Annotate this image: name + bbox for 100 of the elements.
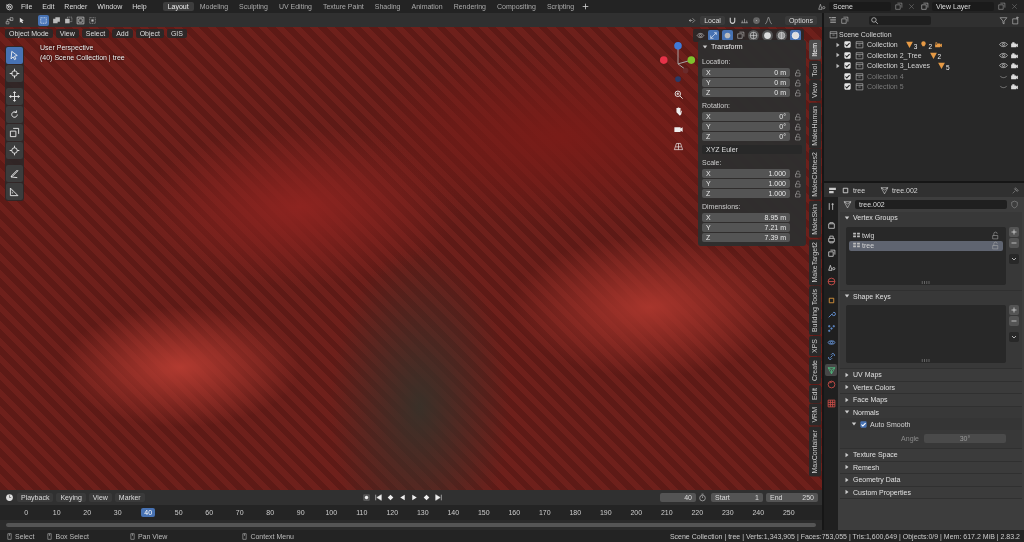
properties-tab[interactable] [825,322,837,334]
new-selection-icon[interactable] [38,14,49,26]
padlock-icon[interactable] [794,112,802,121]
expand-arrow-icon[interactable] [844,384,850,391]
camera-icon[interactable] [934,40,943,50]
intersect-selection-icon[interactable] [88,15,97,25]
add-icon[interactable] [581,2,591,11]
tool-button[interactable] [6,88,23,105]
checkbox[interactable] [844,72,851,80]
scene-icon[interactable] [817,2,826,11]
previous-keyframe-icon[interactable] [386,493,396,502]
tool-button[interactable] [6,183,23,200]
eye-icon[interactable] [999,50,1008,60]
padlock-icon[interactable] [991,231,1000,240]
image-stack-icon[interactable] [920,2,929,11]
tool-button[interactable] [6,106,23,123]
specials-menu-button[interactable] [1009,332,1019,342]
padlock-icon[interactable] [794,179,802,188]
properties-tab[interactable] [825,378,837,390]
properties-tab[interactable] [825,247,837,259]
copy-icon[interactable] [997,2,1006,11]
extend-selection-icon[interactable] [52,15,61,25]
collapse-arrow-icon[interactable] [844,409,850,416]
collapse-arrow-icon[interactable] [844,293,850,300]
triangle-mesh-icon[interactable] [904,40,914,50]
eye-icon[interactable] [999,40,1008,50]
remove-button[interactable] [1009,316,1019,326]
camera-icon[interactable] [1010,40,1019,50]
add-button[interactable] [1009,226,1019,237]
grid-icon[interactable] [672,140,684,151]
padlock-icon[interactable] [794,122,802,131]
camera-icon[interactable] [1010,50,1019,60]
pointer-arrow-icon[interactable] [17,15,26,25]
gizmo-arrows-icon[interactable] [708,30,719,41]
subtract-selection-icon[interactable] [64,15,73,25]
properties-tab[interactable] [825,350,837,362]
image-stack-icon[interactable] [840,15,849,25]
play-icon[interactable] [410,493,420,502]
specials-menu-button[interactable] [1009,253,1019,264]
tool-button[interactable] [6,65,23,82]
triangle-mesh-icon[interactable] [843,200,852,209]
collapse-arrow-icon[interactable] [851,421,857,427]
padlock-icon[interactable] [794,169,802,178]
pivot-icon[interactable] [688,15,698,25]
properties-tab[interactable] [825,275,837,287]
checkbox[interactable] [844,83,851,91]
editor-type-icon[interactable] [5,15,14,25]
stopwatch-icon[interactable] [698,493,707,502]
play-reverse-icon[interactable] [398,493,408,502]
camera-icon[interactable] [1010,71,1019,81]
falloff-curve-icon[interactable] [763,15,773,25]
padlock-icon[interactable] [794,68,802,77]
magnet-icon[interactable] [727,15,737,25]
expand-arrow-icon[interactable] [835,62,841,69]
jump-end-icon[interactable] [434,493,444,502]
checkbox[interactable] [860,420,867,428]
properties-tab[interactable] [825,364,837,376]
checkbox[interactable] [844,51,851,59]
filter-icon[interactable] [999,15,1008,25]
collapse-arrow-icon[interactable] [844,214,850,221]
proportional-edit-icon[interactable] [751,15,761,25]
expand-arrow-icon[interactable] [844,464,850,471]
navigation-gizmo[interactable] [659,41,697,83]
checkbox[interactable] [844,62,851,70]
properties-tab[interactable] [825,397,837,409]
camera-icon[interactable] [1010,61,1019,71]
collapse-arrow-icon[interactable] [702,43,708,50]
editor-type-icon[interactable] [828,185,837,195]
record-icon[interactable] [362,493,372,502]
tool-button[interactable] [6,47,23,64]
padlock-icon[interactable] [794,132,802,141]
jump-start-icon[interactable] [374,493,384,502]
search-field[interactable] [869,15,931,25]
expand-arrow-icon[interactable] [835,41,841,48]
expand-arrow-icon[interactable] [844,371,850,378]
blender-logo-icon[interactable] [5,2,14,11]
expand-arrow-icon[interactable] [835,52,841,59]
expand-arrow-icon[interactable] [844,489,850,496]
pin-icon[interactable] [1011,185,1020,195]
add-button[interactable] [1009,305,1019,315]
expand-arrow-icon[interactable] [844,396,850,403]
expand-arrow-icon[interactable] [844,476,850,483]
expand-arrow-icon[interactable] [844,451,850,458]
tool-button[interactable] [6,165,23,182]
eye-icon[interactable] [999,61,1008,71]
outliner-list-icon[interactable] [828,15,837,25]
clock-icon[interactable] [5,493,14,502]
copy-icon[interactable] [894,2,903,11]
padlock-icon[interactable] [794,88,802,97]
properties-tab[interactable] [825,233,837,245]
timeline-scrollbar[interactable] [6,523,816,527]
shaded-sphere-icon[interactable] [790,30,801,41]
visibility-icon[interactable] [696,31,705,40]
checkbox[interactable] [844,41,851,49]
overlay-circles-icon[interactable] [722,30,733,41]
invert-selection-icon[interactable] [76,15,85,25]
new-collection-icon[interactable] [1011,15,1020,25]
camera-icon[interactable] [1010,82,1019,92]
zoom-icon[interactable] [672,89,684,100]
remove-button[interactable] [1009,237,1019,248]
